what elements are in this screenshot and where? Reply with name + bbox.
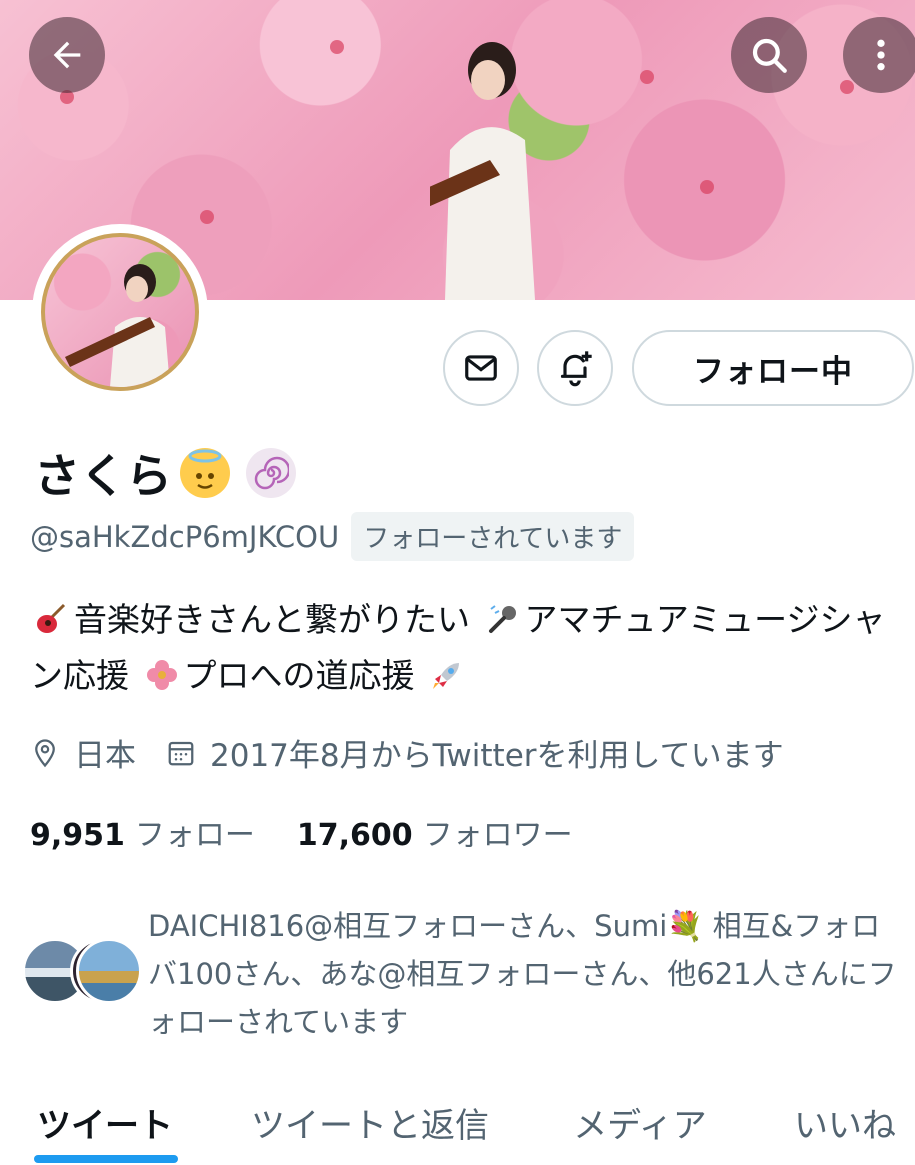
calendar-icon — [168, 741, 194, 765]
message-button[interactable] — [443, 330, 519, 406]
notify-button[interactable] — [537, 330, 613, 406]
profile-bio: 音楽好きさんと繋がりたい アマチュアミュージシャン応援 プロへの道応援 — [30, 592, 910, 704]
profile-name-row: さくら — [34, 440, 296, 506]
tab-likes[interactable]: いいね — [760, 1080, 915, 1165]
follower-avatar-3 — [76, 938, 142, 1004]
angel-emoji-icon — [180, 448, 230, 498]
location-text: 日本 — [74, 738, 136, 774]
profile-tabs: ツイート ツイートと返信 メディア いいね — [0, 1080, 915, 1165]
envelope-icon — [465, 355, 497, 381]
bio-part-3: プロへの道応援 — [183, 656, 415, 695]
following-button[interactable]: フォロー中 — [632, 330, 914, 406]
guitar-emoji-icon — [37, 603, 66, 633]
followers-label: フォロワー — [422, 818, 573, 853]
profile-name: さくら — [34, 449, 172, 503]
spiral-badge-icon — [246, 448, 296, 498]
tab-tweets-and-replies[interactable]: ツイートと返信 — [230, 1080, 510, 1165]
follows-you-badge: フォローされています — [351, 512, 635, 561]
handle-row: @saHkZdcP6mJKCOU フォローされています — [30, 512, 635, 561]
profile-meta: 日本 2017年8月からTwitterを利用しています — [30, 730, 784, 775]
followers-link[interactable]: 17,600 フォロワー — [297, 810, 573, 854]
back-button[interactable] — [29, 17, 105, 93]
following-button-label: フォロー中 — [693, 353, 853, 390]
following-link[interactable]: 9,951 フォロー — [30, 810, 255, 854]
tab-tweets[interactable]: ツイート — [0, 1080, 210, 1165]
more-vertical-icon — [877, 39, 885, 71]
violinist-figure — [430, 42, 535, 300]
arrow-left-icon — [53, 41, 81, 69]
following-label: フォロー — [134, 818, 255, 853]
follow-counts: 9,951 フォロー 17,600 フォロワー — [30, 810, 573, 854]
bell-plus-icon — [560, 351, 592, 387]
joined-text: 2017年8月からTwitterを利用しています — [210, 738, 784, 774]
rocket-emoji-icon — [433, 663, 459, 689]
hibiscus-emoji-icon — [146, 660, 177, 690]
avatar[interactable] — [32, 224, 208, 400]
more-button[interactable] — [843, 17, 915, 93]
following-count: 9,951 — [30, 818, 125, 853]
profile-handle: @saHkZdcP6mJKCOU — [30, 519, 340, 554]
avatar-image — [41, 233, 199, 391]
search-button[interactable] — [731, 17, 807, 93]
followers-count: 17,600 — [296, 818, 413, 853]
active-tab-indicator — [34, 1155, 178, 1163]
tab-media[interactable]: メディア — [540, 1080, 740, 1165]
bio-part-1: 音楽好きさんと繋がりたい — [74, 600, 470, 639]
followed-by-text[interactable]: DAICHI816@相互フォローさん、Sumi💐 相互&フォロバ100さん、あな… — [148, 902, 908, 1046]
location-pin-icon — [35, 738, 55, 767]
search-icon — [752, 38, 787, 73]
microphone-emoji-icon — [488, 605, 516, 633]
